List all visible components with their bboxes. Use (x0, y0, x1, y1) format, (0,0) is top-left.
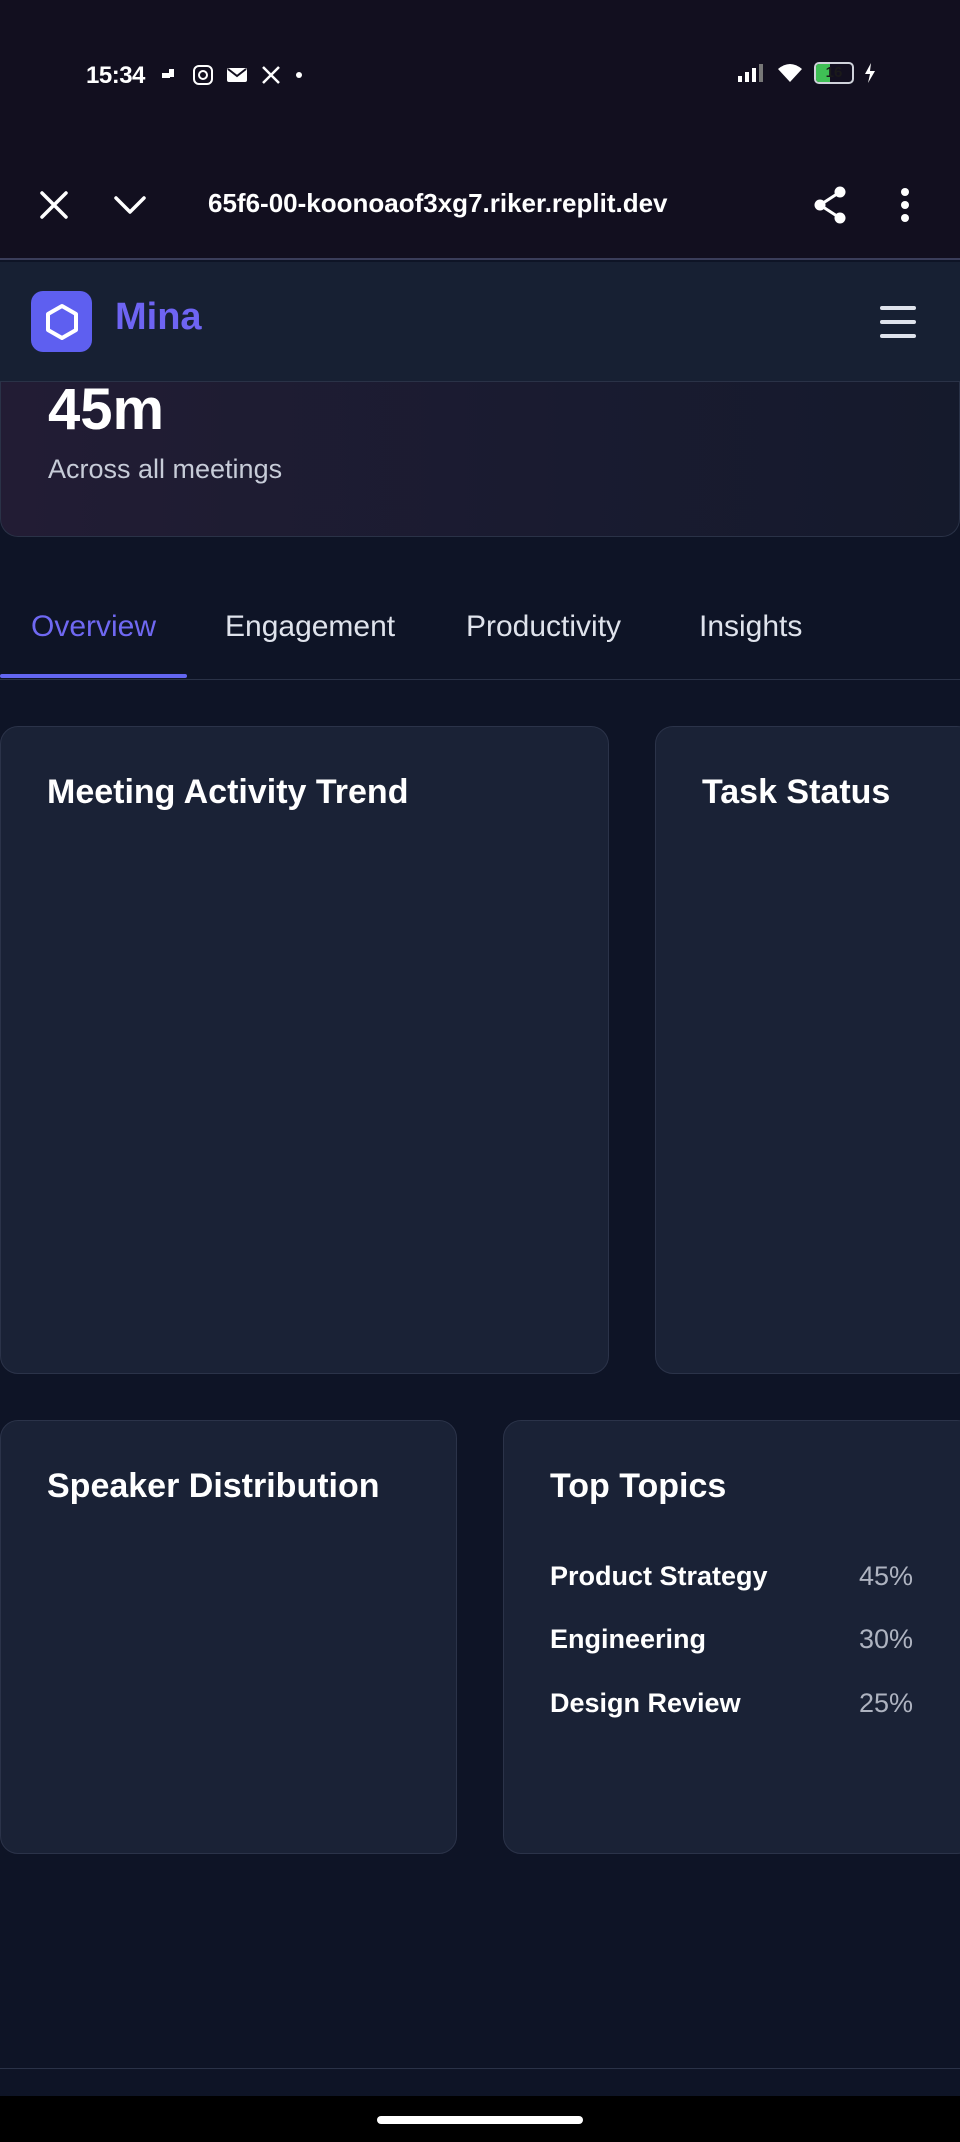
instagram-icon (193, 65, 213, 85)
task-status-card: Task Status (655, 726, 960, 1374)
analytics-tabs: Overview Engagement Productivity Insight… (0, 590, 960, 680)
topic-row: Product Strategy 45% (550, 1561, 913, 1592)
close-tab-button[interactable] (29, 180, 79, 230)
tab-overview[interactable]: Overview (31, 610, 156, 644)
menu-line-icon (880, 306, 916, 310)
topic-name: Engineering (550, 1624, 707, 1654)
mail-icon (227, 68, 247, 82)
card-title: Speaker Distribution (47, 1467, 380, 1505)
signal-icon (738, 64, 763, 82)
stat-value: 45m (48, 377, 165, 442)
slack-icon (162, 69, 174, 78)
top-topics-card: Top Topics Product Strategy 45% Engineer… (503, 1420, 960, 1854)
topic-row: Design Review 25% (550, 1688, 913, 1719)
x-icon (262, 66, 280, 84)
topic-name: Product Strategy (550, 1561, 768, 1591)
card-title: Meeting Activity Trend (47, 773, 409, 811)
battery-icon: 16 (814, 62, 854, 84)
hexagon-icon (45, 303, 78, 340)
card-title: Task Status (702, 773, 891, 811)
system-indicators: 16 (736, 62, 876, 84)
total-duration-card: 45m Across all meetings (0, 377, 960, 537)
wifi-icon (778, 64, 802, 82)
activity-trend-card: Meeting Activity Trend (0, 726, 609, 1374)
topic-name: Design Review (550, 1688, 741, 1718)
stat-label: Across all meetings (48, 454, 283, 484)
notification-icons (160, 64, 304, 86)
dot-icon (296, 72, 302, 78)
navigation-bar (0, 2096, 960, 2142)
status-time: 15:34 (86, 62, 145, 89)
more-vertical-icon (901, 188, 909, 222)
tab-engagement[interactable]: Engagement (225, 610, 395, 644)
minimize-button[interactable] (105, 180, 155, 230)
hamburger-menu-button[interactable] (876, 300, 920, 344)
home-gesture-bar[interactable] (377, 2116, 583, 2124)
topic-percent: 30% (858, 1624, 913, 1654)
battery-level: 16 (825, 64, 843, 81)
close-icon (40, 191, 68, 219)
tab-productivity[interactable]: Productivity (466, 610, 621, 644)
browser-toolbar: 65f6-00-koonoaof3xg7.riker.replit.dev (0, 150, 960, 260)
active-tab-indicator (0, 674, 187, 678)
menu-line-icon (880, 320, 916, 324)
app-logo[interactable] (31, 291, 92, 352)
share-button[interactable] (805, 180, 855, 230)
topic-percent: 45% (858, 1561, 913, 1591)
app-name[interactable]: Mina (115, 296, 202, 339)
charging-icon (865, 63, 875, 83)
tab-insights[interactable]: Insights (699, 610, 802, 644)
app-header: Mina (0, 262, 960, 382)
speaker-distribution-card: Speaker Distribution (0, 1420, 457, 1854)
divider (0, 2068, 960, 2069)
chevron-down-icon (114, 196, 146, 214)
menu-line-icon (880, 334, 916, 338)
url-text[interactable]: 65f6-00-koonoaof3xg7.riker.replit.dev (208, 188, 668, 219)
card-title: Top Topics (550, 1467, 727, 1505)
topic-row: Engineering 30% (550, 1624, 913, 1655)
topic-percent: 25% (858, 1688, 913, 1718)
more-options-button[interactable] (880, 180, 930, 230)
share-icon (814, 186, 846, 224)
status-bar: 15:34 16 (0, 0, 960, 150)
